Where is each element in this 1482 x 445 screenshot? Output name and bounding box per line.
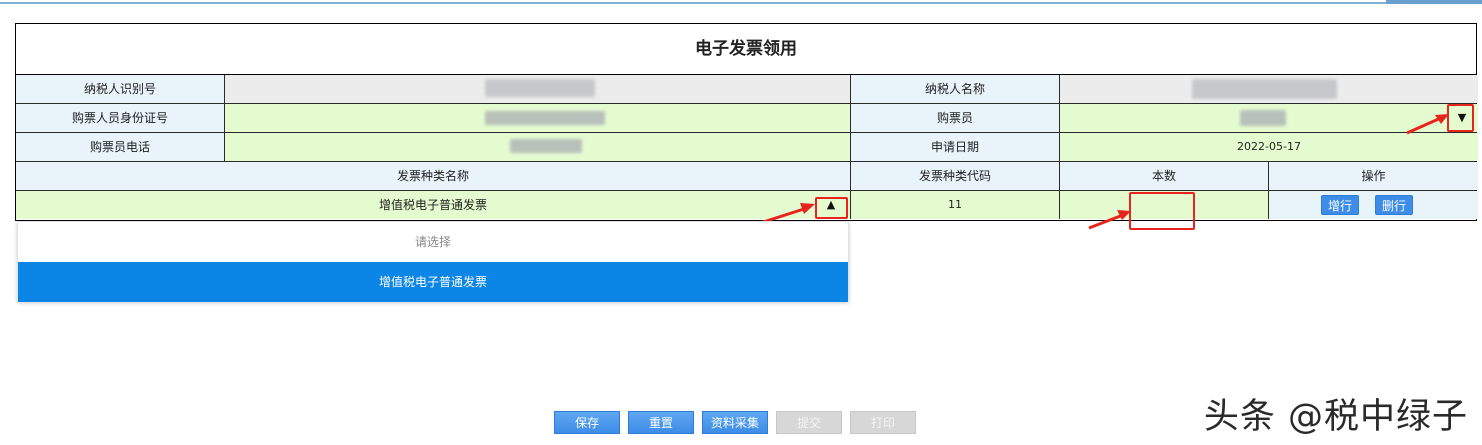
dropdown-placeholder-option[interactable]: 请选择	[18, 222, 848, 262]
top-border	[0, 0, 1482, 4]
buyer-phone-input[interactable]	[224, 133, 850, 161]
submit-button[interactable]: 提交	[776, 411, 842, 434]
add-row-button[interactable]: 增行	[1321, 195, 1360, 215]
redacted-blur	[1240, 110, 1286, 126]
annotation-box-buyer-arrow	[1447, 104, 1474, 132]
invoice-type-select[interactable]: 增值税电子普通发票 ▲	[16, 191, 850, 219]
action-toolbar: 保存 重置 资料采集 提交 打印	[554, 411, 916, 435]
header-operation: 操作	[1268, 162, 1478, 190]
buyer-id-label: 购票人员身份证号	[16, 104, 224, 132]
row-phone: 购票员电话 申请日期 2022-05-17	[16, 133, 1478, 162]
delete-row-button[interactable]: 删行	[1375, 195, 1414, 215]
taxpayer-name-field	[1059, 75, 1478, 103]
dropdown-option[interactable]: 增值税电子普通发票	[18, 262, 848, 302]
watermark-text: 头条 @税中绿子	[1203, 397, 1468, 437]
invoice-type-code: 11	[850, 191, 1059, 219]
annotation-arrow-icon	[1088, 210, 1131, 230]
operation-cell: 增行 删行	[1268, 191, 1478, 219]
print-button[interactable]: 打印	[850, 411, 916, 434]
redacted-blur	[510, 139, 582, 153]
table-header-row: 发票种类名称 发票种类代码 本数 操作	[16, 162, 1478, 191]
page-title: 电子发票领用	[16, 24, 1476, 75]
save-button[interactable]: 保存	[554, 411, 620, 434]
top-border-accent	[1386, 0, 1482, 4]
redacted-blur	[1192, 79, 1337, 99]
invoice-form: 电子发票领用 纳税人识别号 纳税人名称 购票人员身份证号 购票员 ▼ 购票员电话…	[15, 23, 1478, 221]
annotation-box-type-arrow	[815, 197, 848, 219]
taxpayer-id-label: 纳税人识别号	[16, 75, 224, 103]
buyer-id-input[interactable]	[224, 104, 850, 132]
collect-button[interactable]: 资料采集	[702, 411, 768, 434]
header-type-code: 发票种类代码	[850, 162, 1059, 190]
row-buyer: 购票人员身份证号 购票员 ▼	[16, 104, 1478, 133]
row-taxpayer: 纳税人识别号 纳税人名称	[16, 75, 1478, 104]
table-row: 增值税电子普通发票 ▲ 11 增行 删行	[16, 191, 1478, 220]
invoice-type-value: 增值税电子普通发票	[378, 198, 487, 212]
apply-date-label: 申请日期	[850, 133, 1059, 161]
taxpayer-id-field	[224, 75, 850, 103]
buyer-label: 购票员	[850, 104, 1059, 132]
taxpayer-name-label: 纳税人名称	[850, 75, 1059, 103]
header-type-name: 发票种类名称	[16, 162, 850, 190]
redacted-blur	[485, 111, 605, 125]
buyer-phone-label: 购票员电话	[16, 133, 224, 161]
invoice-type-dropdown: 请选择 增值税电子普通发票	[17, 221, 849, 302]
redacted-blur	[485, 79, 595, 97]
header-count: 本数	[1059, 162, 1268, 190]
reset-button[interactable]: 重置	[628, 411, 694, 434]
annotation-arrow-icon	[1406, 114, 1449, 135]
apply-date-value[interactable]: 2022-05-17	[1059, 133, 1478, 161]
annotation-box-count	[1129, 192, 1195, 230]
